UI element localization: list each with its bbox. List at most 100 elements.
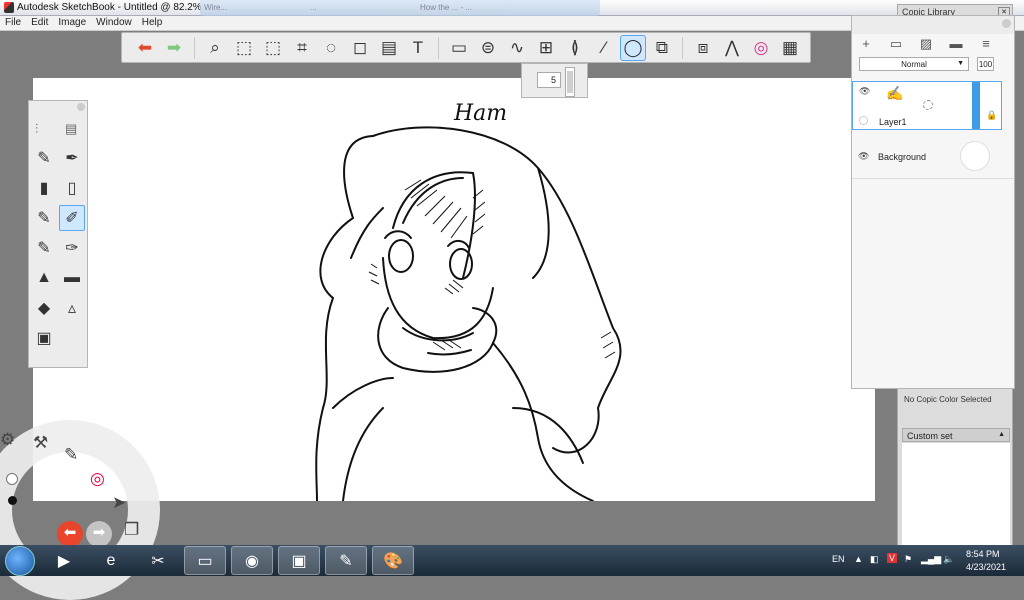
symmetry-icon[interactable]: ≬ (562, 35, 588, 61)
lagoon-copy-icon[interactable]: ❐ (124, 520, 139, 540)
taskbar-paint-icon[interactable]: ✂ (137, 546, 179, 575)
taskbar-internet-explorer-icon[interactable]: e (90, 546, 132, 575)
show-hidden-icons-icon[interactable]: ▲ (854, 554, 863, 564)
slider-thumb[interactable] (567, 71, 573, 93)
drawing-canvas[interactable]: Ham (33, 78, 875, 502)
calligraphy-brush-icon[interactable]: ✑ (59, 235, 85, 261)
pencil-brush-icon[interactable]: ✎ (31, 145, 57, 171)
lagoon-size-puck[interactable] (6, 473, 18, 485)
clock-time[interactable]: 8:54 PM (966, 549, 1000, 559)
fill-brush-brush-icon[interactable]: ▣ (31, 325, 57, 351)
signal-icon[interactable]: ▂▄▆ (921, 554, 941, 565)
menu-window[interactable]: Window (91, 16, 137, 28)
ruler-icon[interactable]: ▭ (446, 35, 472, 61)
clock-date[interactable]: 4/23/2021 (966, 562, 1006, 572)
airbrush-brush-icon[interactable]: ✐ (59, 205, 85, 231)
eraser-brush-icon[interactable]: ▬ (59, 265, 85, 291)
lagoon-color-puck[interactable] (8, 496, 17, 505)
ellipse-guide-icon[interactable]: ⊜ (475, 35, 501, 61)
flag-icon[interactable]: ⚑ (904, 554, 912, 565)
brush-library-icon[interactable]: ▤ (65, 121, 77, 137)
language-indicator[interactable]: EN (832, 554, 845, 564)
shapes-icon[interactable]: ⧉ (649, 35, 675, 61)
lagoon-settings-icon[interactable]: ⚙ (0, 430, 15, 450)
smudge-brush-icon[interactable]: ▲ (31, 265, 57, 291)
taskbar-sketchbook-icon[interactable]: ✎ (325, 546, 367, 575)
taskbar-media-player-icon[interactable]: ▶ (43, 546, 85, 575)
brush-size-slider[interactable] (565, 67, 575, 97)
network-icon[interactable]: ◧ (870, 554, 879, 565)
brush-size-field[interactable]: 5 (537, 72, 561, 88)
layer-editor-header[interactable] (852, 16, 1014, 34)
chisel-marker-brush-icon[interactable]: ▯ (59, 175, 85, 201)
select-icon[interactable]: ⬚ (231, 35, 257, 61)
background-tab[interactable]: Wire... (204, 3, 227, 12)
fill-icon[interactable]: ▤ (376, 35, 402, 61)
lagoon-tools-icon[interactable]: ⚒ (33, 433, 48, 453)
french-curve-icon[interactable]: ∿ (504, 35, 530, 61)
text-icon[interactable]: T (405, 35, 431, 61)
lagoon-undo-icon[interactable]: ⬅ (57, 521, 83, 547)
brush-properties-icon[interactable]: ⫶ (35, 121, 38, 137)
volume-icon[interactable]: 🔈 (943, 554, 954, 565)
background-color-swatch[interactable] (960, 141, 990, 171)
taskbar-display-icon[interactable]: ▣ (278, 546, 320, 575)
background-tab[interactable]: How the ... - ... (420, 3, 472, 12)
distort-icon[interactable]: ◻ (347, 35, 373, 61)
layer-radio[interactable] (859, 116, 868, 125)
visibility-eye-icon[interactable]: 👁 (858, 151, 869, 162)
zoom-icon[interactable]: ⌕ (202, 35, 228, 61)
paintbrush-brush-icon[interactable]: ✎ (31, 205, 57, 231)
background-tab[interactable]: ... (310, 3, 317, 12)
layer-opacity-bar[interactable] (972, 82, 980, 129)
marker-brush-icon[interactable]: ▮ (31, 175, 57, 201)
custom-set-area[interactable] (902, 443, 1010, 545)
lagoon-brush-icon[interactable]: ✎ (64, 445, 78, 465)
start-button[interactable] (5, 546, 35, 576)
crop-icon[interactable]: ⌗ (289, 35, 315, 61)
taskbar-paint-app-icon[interactable]: 🎨 (372, 546, 414, 575)
ballpoint-brush-icon[interactable]: ✎ (31, 235, 57, 261)
menu-edit[interactable]: Edit (26, 16, 53, 28)
brush-grid: ✎ ✒ ▮ ▯ ✎ ✐ ✎ ✑ ▲ ▬ ◆ ▵ ▣ (31, 145, 87, 351)
antivirus-icon[interactable]: V (887, 553, 898, 563)
toolbar-separator (682, 36, 683, 59)
add-image-icon[interactable]: ▨ (917, 36, 935, 52)
taskbar-chrome-icon[interactable]: ◉ (231, 546, 273, 575)
inking-pen-brush-icon[interactable]: ✒ (59, 145, 85, 171)
redo-icon[interactable]: ➡ (161, 35, 187, 61)
blend-mode-select[interactable]: Normal ▼ (859, 57, 969, 71)
panel-close-icon[interactable] (1002, 19, 1011, 28)
blur-brush-icon[interactable]: ◆ (31, 295, 57, 321)
transform-select-icon[interactable]: ⬚ (260, 35, 286, 61)
perspective-icon[interactable]: ⊞ (533, 35, 559, 61)
collapse-icon[interactable]: ▲ (998, 431, 1005, 438)
lagoon-color-icon[interactable]: ◎ (90, 469, 105, 489)
layer-item[interactable]: 👁 ✍ Layer1 🔒 (852, 81, 1002, 130)
lock-icon[interactable]: 🔒 (986, 110, 997, 121)
palette-close-icon[interactable] (77, 103, 85, 111)
lasso-icon[interactable]: ◌ (318, 35, 344, 61)
visibility-eye-icon[interactable]: 👁 (859, 86, 870, 97)
opacity-field[interactable]: 100 (977, 57, 994, 71)
sharpen-brush-icon[interactable]: ▵ (59, 295, 85, 321)
menu-file[interactable]: File (0, 16, 26, 28)
lagoon-select-icon[interactable]: ➤ (112, 493, 126, 513)
taskbar-file-explorer-icon[interactable]: ▭ (184, 546, 226, 575)
undo-icon[interactable]: ⬅ (132, 35, 158, 61)
brush-library-icon[interactable]: ⋀ (719, 35, 745, 61)
menu-image[interactable]: Image (53, 16, 91, 28)
menu-help[interactable]: Help (137, 16, 168, 28)
layer-item-background[interactable]: 👁 Background (852, 137, 1014, 179)
add-layer-icon[interactable]: + (857, 36, 875, 52)
add-group-icon[interactable]: ▭ (887, 36, 905, 52)
layer-editor-icon[interactable]: ⧈ (690, 35, 716, 61)
lagoon-redo-icon[interactable]: ➡ (86, 521, 112, 547)
layer-menu-icon[interactable]: ≡ (977, 36, 995, 52)
copic-icon[interactable]: ▦ (777, 35, 803, 61)
stroke-icon[interactable]: ⁄ (591, 35, 617, 61)
clear-layer-icon[interactable]: ▬ (947, 36, 965, 52)
custom-set-header[interactable]: Custom set ▲ (902, 428, 1010, 442)
brush-shape-icon[interactable]: ◯ (620, 34, 646, 61)
color-wheel-icon[interactable]: ◎ (748, 35, 774, 61)
